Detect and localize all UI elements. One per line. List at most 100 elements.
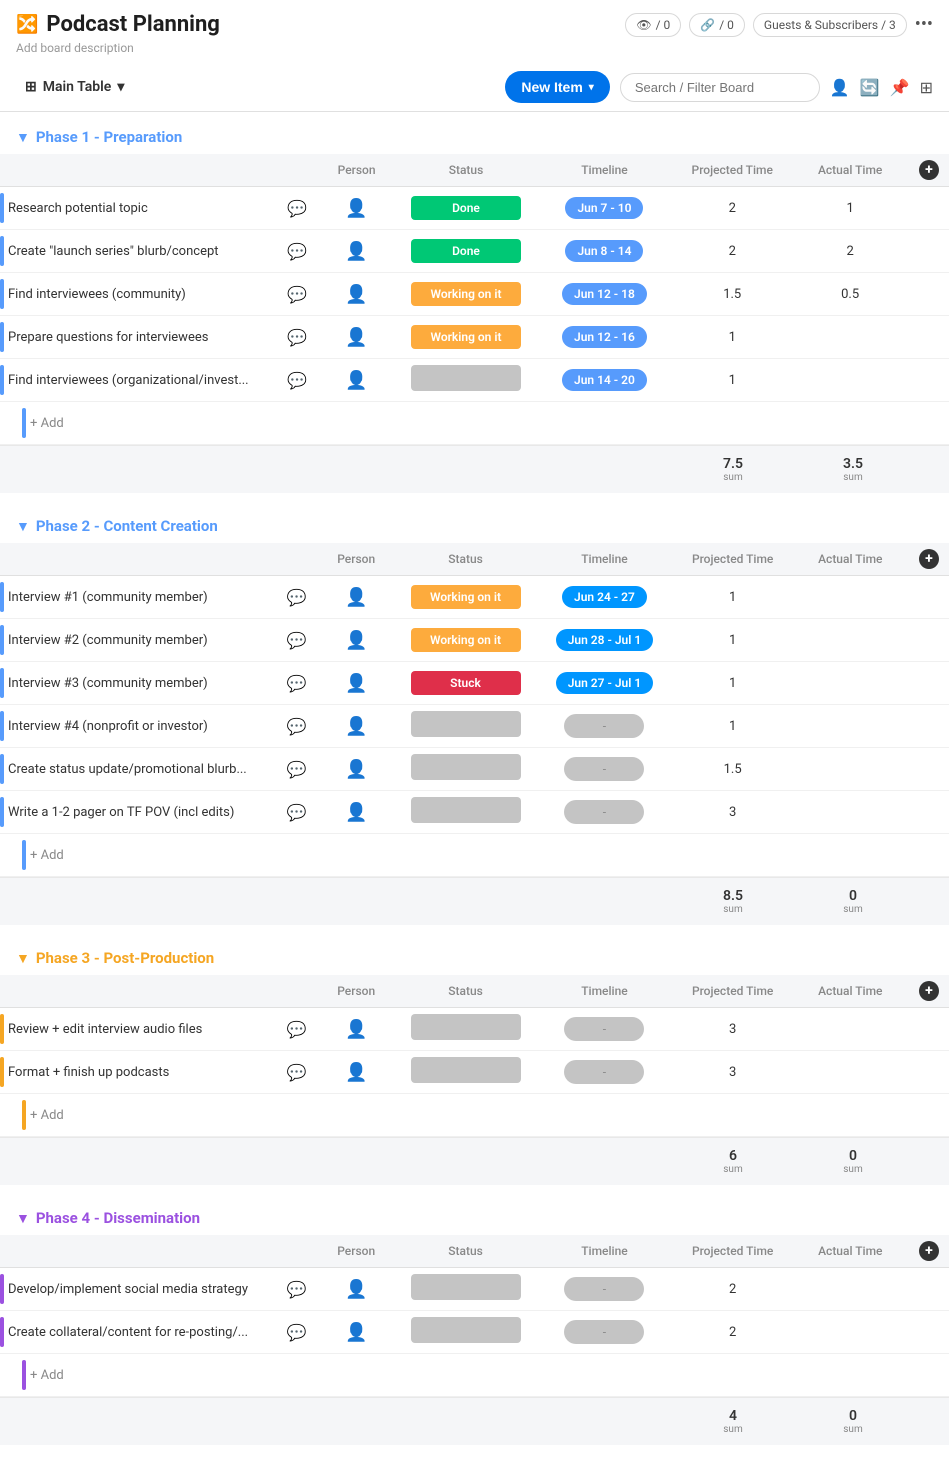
person-avatar[interactable]: 👤 [345,673,367,694]
phase-toggle-4[interactable]: ▼ [16,1210,30,1227]
pin-icon[interactable]: 📌 [890,78,910,97]
link-badge[interactable]: 🔗 / 0 [689,13,745,37]
table-row[interactable]: Interview #2 (community member) 💬 👤 Work… [0,619,949,662]
comment-icon[interactable]: 💬 [287,1280,307,1299]
person-avatar[interactable]: 👤 [345,1019,367,1040]
status-cell[interactable]: Working on it [396,619,536,662]
status-cell[interactable] [396,359,536,402]
add-item-row[interactable]: + Add [0,1094,949,1137]
comment-cell[interactable]: 💬 [277,619,317,662]
timeline-cell[interactable]: - [535,791,673,834]
table-row[interactable]: Research potential topic 💬 👤 Done Jun 7 … [0,187,949,230]
comment-icon[interactable]: 💬 [287,674,307,693]
phase-toggle-1[interactable]: ▼ [16,129,30,146]
phase-toggle-3[interactable]: ▼ [16,950,30,967]
table-row[interactable]: Format + finish up podcasts 💬 👤 - 3 [0,1051,949,1094]
person-cell[interactable]: 👤 [317,619,396,662]
comment-cell[interactable]: 💬 [277,576,317,619]
timeline-cell[interactable]: - [535,1008,673,1051]
person-avatar[interactable]: 👤 [345,630,367,651]
comment-cell[interactable]: 💬 [277,273,317,316]
person-cell[interactable]: 👤 [317,273,396,316]
table-row[interactable]: Review + edit interview audio files 💬 👤 … [0,1008,949,1051]
add-item-cell[interactable]: + Add [0,1354,949,1397]
person-cell[interactable]: 👤 [317,1051,396,1094]
comment-icon[interactable]: 💬 [287,285,307,304]
comment-cell[interactable]: 💬 [277,1268,317,1311]
comment-cell[interactable]: 💬 [277,791,317,834]
comment-icon[interactable]: 💬 [287,631,307,650]
timeline-cell[interactable]: - [535,705,673,748]
add-item-cell[interactable]: + Add [0,402,949,445]
eye-badge[interactable]: 👁 / 0 [625,13,681,37]
timeline-cell[interactable]: Jun 12 - 16 [536,316,673,359]
person-cell[interactable]: 👤 [317,748,396,791]
comment-icon[interactable]: 💬 [287,328,307,347]
table-row[interactable]: Find interviewees (community) 💬 👤 Workin… [0,273,949,316]
table-row[interactable]: Interview #3 (community member) 💬 👤 Stuc… [0,662,949,705]
board-description[interactable]: Add board description [0,41,949,63]
comment-icon[interactable]: 💬 [287,588,307,607]
add-col-button-2[interactable]: + [919,549,939,569]
table-row[interactable]: Develop/implement social media strategy … [0,1268,949,1311]
comment-cell[interactable]: 💬 [277,662,317,705]
person-avatar[interactable]: 👤 [345,587,367,608]
person-cell[interactable]: 👤 [317,1311,396,1354]
add-item-cell[interactable]: + Add [0,834,949,877]
person-avatar[interactable]: 👤 [345,716,367,737]
phase-toggle-2[interactable]: ▼ [16,518,30,535]
person-avatar[interactable]: 👤 [345,370,367,391]
table-row[interactable]: Create "launch series" blurb/concept 💬 👤… [0,230,949,273]
add-col-button-3[interactable]: + [919,981,939,1001]
activity-icon[interactable]: 🔄 [860,78,880,97]
person-cell[interactable]: 👤 [317,187,396,230]
status-cell[interactable] [396,1268,536,1311]
table-row[interactable]: Interview #1 (community member) 💬 👤 Work… [0,576,949,619]
comment-icon[interactable]: 💬 [287,371,307,390]
comment-cell[interactable]: 💬 [277,230,317,273]
status-cell[interactable]: Done [396,230,536,273]
status-cell[interactable]: Working on it [396,273,536,316]
person-cell[interactable]: 👤 [317,359,396,402]
status-cell[interactable]: Done [396,187,536,230]
status-cell[interactable]: Stuck [396,662,536,705]
timeline-cell[interactable]: Jun 27 - Jul 1 [535,662,673,705]
comment-cell[interactable]: 💬 [277,1051,317,1094]
timeline-cell[interactable]: - [535,1268,673,1311]
status-cell[interactable] [396,1051,536,1094]
comment-cell[interactable]: 💬 [277,316,317,359]
comment-cell[interactable]: 💬 [277,359,317,402]
status-cell[interactable]: Working on it [396,316,536,359]
person-avatar[interactable]: 👤 [345,284,367,305]
status-cell[interactable]: Working on it [396,576,536,619]
table-row[interactable]: Interview #4 (nonprofit or investor) 💬 👤… [0,705,949,748]
table-row[interactable]: Create status update/promotional blurb..… [0,748,949,791]
person-avatar[interactable]: 👤 [345,327,367,348]
table-row[interactable]: Prepare questions for interviewees 💬 👤 W… [0,316,949,359]
add-item-row[interactable]: + Add [0,402,949,445]
timeline-cell[interactable]: Jun 8 - 14 [536,230,673,273]
person-icon[interactable]: 👤 [830,78,850,97]
new-item-button[interactable]: New Item ▾ [505,71,610,103]
status-cell[interactable] [396,1311,536,1354]
table-row[interactable]: Write a 1-2 pager on TF POV (incl edits)… [0,791,949,834]
status-cell[interactable] [396,705,536,748]
search-input[interactable] [620,73,820,102]
timeline-cell[interactable]: Jun 7 - 10 [536,187,673,230]
person-avatar[interactable]: 👤 [345,198,367,219]
timeline-cell[interactable]: Jun 12 - 18 [536,273,673,316]
timeline-cell[interactable]: - [535,1051,673,1094]
filter-icon[interactable]: ⊞ [920,78,933,97]
status-cell[interactable] [396,791,536,834]
table-row[interactable]: Find interviewees (organizational/invest… [0,359,949,402]
comment-icon[interactable]: 💬 [287,242,307,261]
person-avatar[interactable]: 👤 [345,1279,367,1300]
timeline-cell[interactable]: Jun 24 - 27 [535,576,673,619]
comment-icon[interactable]: 💬 [287,1020,307,1039]
comment-cell[interactable]: 💬 [277,1008,317,1051]
add-col-button-4[interactable]: + [919,1241,939,1261]
comment-cell[interactable]: 💬 [277,1311,317,1354]
add-item-cell[interactable]: + Add [0,1094,949,1137]
add-item-row[interactable]: + Add [0,834,949,877]
person-cell[interactable]: 👤 [317,1268,396,1311]
